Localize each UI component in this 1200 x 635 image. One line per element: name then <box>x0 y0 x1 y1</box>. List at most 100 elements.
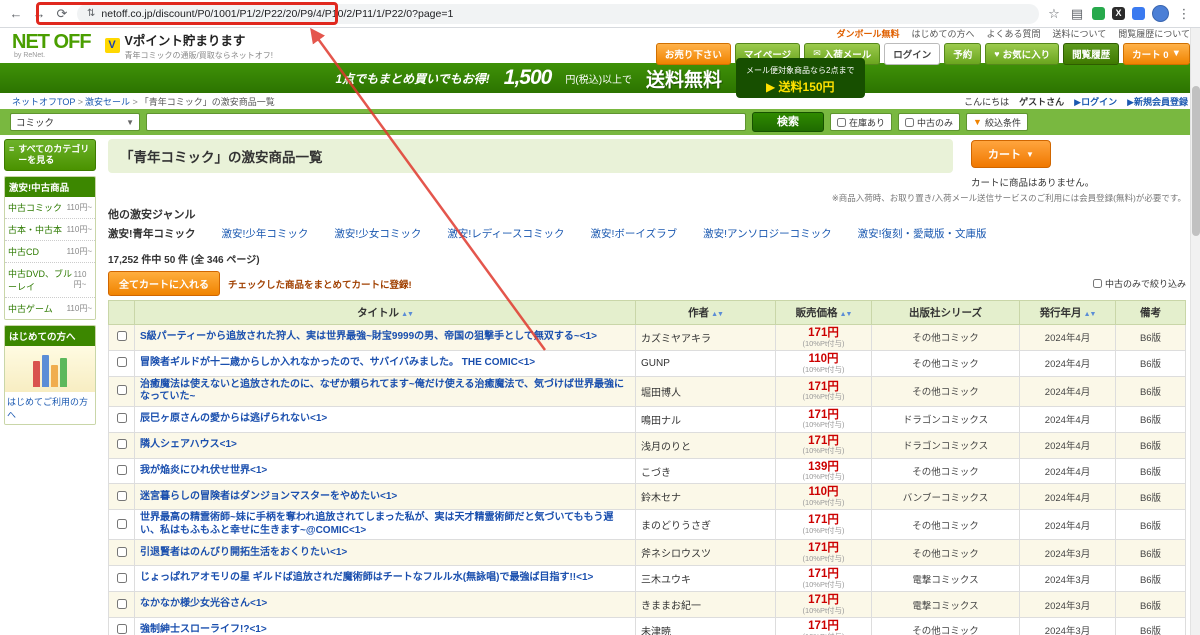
row-checkbox[interactable] <box>116 546 127 557</box>
product-title-link[interactable]: なかなか様少女光谷さん<1> <box>140 598 630 611</box>
sidebar-item-cd[interactable]: 中古CD 110円~ <box>5 240 95 263</box>
product-title-link[interactable]: 引退賢者はのんびり開拓生活をおくりたい<1> <box>140 547 630 560</box>
product-title-link[interactable]: 冒険者ギルドが十二歳からしか入れなかったので、サバイバみました。 THE COM… <box>140 357 630 370</box>
login-button[interactable]: ログイン <box>884 42 941 65</box>
row-checkbox[interactable] <box>116 439 127 450</box>
header-title[interactable]: タイトル ▲▼ <box>134 300 636 325</box>
row-checkbox[interactable] <box>116 357 127 368</box>
scrollbar[interactable] <box>1190 28 1200 635</box>
all-categories-button[interactable]: ≡ すべてのカテゴリーを見る <box>4 139 96 171</box>
reload-icon[interactable]: ⟳ <box>54 6 70 22</box>
genre-link-reprint[interactable]: 激安!復刻・愛蔵版・文庫版 <box>858 226 987 241</box>
register-link[interactable]: ▶新規会員登録 <box>1127 95 1188 108</box>
header-links: ダンボール無料 はじめての方へ よくある質問 送料について 閲覧履歴について <box>836 27 1190 40</box>
link-beginners[interactable]: はじめての方へ <box>912 27 975 40</box>
netoff-logo[interactable]: NET OFF by ReNet. <box>12 32 92 59</box>
sidebar-item-game[interactable]: 中古ゲーム 110円~ <box>5 297 95 319</box>
product-title-link[interactable]: 我が焔炎にひれ伏せ世界<1> <box>140 465 630 478</box>
category-select[interactable]: コミック ▼ <box>10 113 140 131</box>
sort-icons[interactable]: ▲▼ <box>711 311 724 318</box>
breadcrumb-home[interactable]: ネットオフTOP <box>12 95 83 108</box>
genre-link-bl[interactable]: 激安!ボーイズラブ <box>591 226 678 241</box>
back-icon[interactable]: ← <box>8 6 24 21</box>
scrollbar-thumb[interactable] <box>1192 86 1200 236</box>
used-only-checkbox[interactable] <box>905 117 915 127</box>
filter-instock[interactable]: 在庫あり <box>830 113 893 131</box>
menu-dots-icon[interactable]: ⋮ <box>1176 6 1192 22</box>
price-note: (10%Pt付与) <box>802 392 845 402</box>
row-checkbox[interactable] <box>116 572 127 583</box>
row-checkbox[interactable] <box>116 490 127 501</box>
header-price[interactable]: 販売価格 ▲▼ <box>775 300 872 325</box>
genre-link-anthology[interactable]: 激安!アンソロジーコミック <box>703 226 832 241</box>
link-history-info[interactable]: 閲覧履歴について <box>1118 27 1190 40</box>
promo-mail-chip[interactable]: メール便対象商品なら2点まで ▶ 送料150円 <box>736 57 865 99</box>
extension-icon[interactable] <box>1092 7 1105 20</box>
product-title-link[interactable]: 迷宮暮らしの冒険者はダンジョンマスターをやめたい<1> <box>140 491 630 504</box>
product-title-link[interactable]: 治癒魔法は使えないと追放されたのに、なぜか頼られてます~俺だけ使える治癒魔法で、… <box>140 379 630 404</box>
sidebar-item-comic[interactable]: 中古コミック 110円~ <box>5 196 95 219</box>
product-title-link[interactable]: 世界最高の精霊術師~妹に手柄を奪われ追放されてしまった私が、実は天才精霊術師だと… <box>140 512 630 537</box>
row-checkbox[interactable] <box>116 518 127 529</box>
sort-icons[interactable]: ▲▼ <box>401 311 414 318</box>
favorites-button[interactable]: ♥ お気に入り <box>985 42 1060 65</box>
product-title-link[interactable]: 強制紳士スローライフ!?<1> <box>140 624 630 635</box>
row-checkbox-cell <box>108 539 135 567</box>
genre-link-seinen[interactable]: 激安!青年コミック <box>108 226 196 241</box>
header-author[interactable]: 作者 ▲▼ <box>635 300 776 325</box>
forward-icon[interactable]: → <box>31 6 47 21</box>
row-checkbox[interactable] <box>116 331 127 342</box>
product-title-link[interactable]: 隣人シェアハウス<1> <box>140 439 630 452</box>
link-shipping[interactable]: 送料について <box>1053 27 1107 40</box>
breadcrumb-sale[interactable]: 激安セール <box>85 95 138 108</box>
genre-link-ladies[interactable]: 激安!レディースコミック <box>447 226 564 241</box>
filter-used-only[interactable]: 中古のみ <box>898 113 961 131</box>
profile-avatar[interactable] <box>1152 5 1169 22</box>
cart-button[interactable]: カート ▼ <box>971 140 1051 168</box>
add-all-to-cart-button[interactable]: 全てカートに入れる <box>108 271 220 296</box>
row-checkbox[interactable] <box>116 413 127 424</box>
genre-link-shojo[interactable]: 激安!少女コミック <box>334 226 421 241</box>
genre-link-shonen[interactable]: 激安!少年コミック <box>222 226 309 241</box>
refine-conditions[interactable]: ▼ 絞込条件 <box>966 113 1028 131</box>
sidebar-item-books[interactable]: 古本・中古本 110円~ <box>5 218 95 241</box>
history-button[interactable]: 閲覧履歴 <box>1063 42 1120 65</box>
sidebar-item-dvd[interactable]: 中古DVD、ブルーレイ 110円~ <box>5 262 95 298</box>
side-panel-icon[interactable]: ▤ <box>1069 6 1085 22</box>
used-only-filter-checkbox[interactable] <box>1092 279 1102 288</box>
beginner-guide-link[interactable]: はじめてご利用の方へ <box>5 391 95 424</box>
title-cell: 迷宮暮らしの冒険者はダンジョンマスターをやめたい<1> <box>134 483 636 511</box>
header-date[interactable]: 発行年月 ▲▼ <box>1019 300 1116 325</box>
price-note: (10%Pt付与) <box>802 579 845 589</box>
sort-icons[interactable]: ▲▼ <box>840 311 853 318</box>
link-faq[interactable]: よくある質問 <box>987 27 1041 40</box>
product-title-link[interactable]: S級パーティーから追放された狩人、実は世界最強~財宝9999の男、帝国の狙撃手と… <box>140 331 630 344</box>
row-checkbox[interactable] <box>116 385 127 396</box>
row-checkbox-cell <box>108 349 135 377</box>
product-title-link[interactable]: じょっぱれアオモリの星 ギルドば追放されだ魔術師はチートなフルル水(無詠唱)で最… <box>140 572 630 585</box>
link-danball[interactable]: ダンボール無料 <box>836 27 899 40</box>
url-bar[interactable]: ⇅ netoff.co.jp/discount/P0/1001/P1/2/P22… <box>77 3 1039 24</box>
row-checkbox[interactable] <box>116 624 127 635</box>
cart-button-header[interactable]: カート 0 ▼ <box>1123 42 1190 65</box>
product-title-link[interactable]: 辰巳ヶ原さんの愛からは逃げられない<1> <box>140 413 630 426</box>
reserve-button[interactable]: 予約 <box>944 42 982 65</box>
chevron-down-icon: ▼ <box>1026 149 1034 159</box>
login-link[interactable]: ▶ログイン <box>1074 95 1117 108</box>
promo-free-shipping: 送料無料 <box>646 69 723 91</box>
price-note: (10%Pt付与) <box>802 605 845 615</box>
used-only-filter[interactable]: 中古のみで絞り込み <box>1092 277 1186 290</box>
row-checkbox[interactable] <box>116 465 127 475</box>
sell-button[interactable]: お売り下さい <box>655 42 731 65</box>
header-checkbox-col <box>108 300 135 325</box>
search-button[interactable]: 検索 <box>752 112 824 132</box>
extension-icon[interactable]: X <box>1112 7 1125 20</box>
row-checkbox[interactable] <box>116 598 127 609</box>
publisher-cell: その他コミック <box>871 617 1020 635</box>
site-info-icon[interactable]: ⇅ <box>87 8 95 19</box>
extension-icon[interactable] <box>1132 7 1145 20</box>
sort-icons[interactable]: ▲▼ <box>1084 311 1097 318</box>
bookmark-star-icon[interactable]: ☆ <box>1046 6 1062 22</box>
instock-checkbox[interactable] <box>837 117 846 127</box>
search-input[interactable] <box>146 113 746 131</box>
